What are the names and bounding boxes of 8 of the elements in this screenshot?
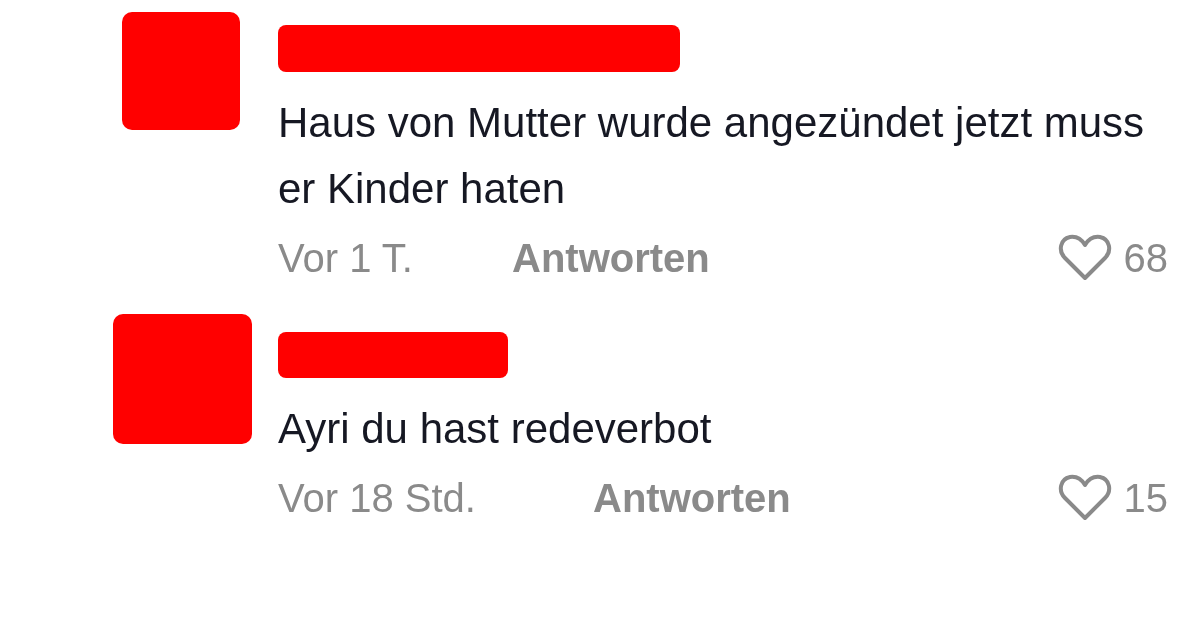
like-button[interactable]: 15	[1057, 472, 1168, 524]
reply-button[interactable]: Antworten	[593, 472, 791, 524]
comment-text: Ayri du hast redeverbot	[278, 404, 713, 454]
reply-button[interactable]: Antworten	[512, 232, 710, 284]
like-button[interactable]: 68	[1057, 232, 1168, 284]
comment-time: Vor 18 Std.	[278, 475, 477, 522]
comment-text: Haus von Mutter wurde angezündet jetzt muss er Kinder haten	[278, 98, 1146, 214]
comment-time: Vor 1 T.	[278, 235, 414, 282]
